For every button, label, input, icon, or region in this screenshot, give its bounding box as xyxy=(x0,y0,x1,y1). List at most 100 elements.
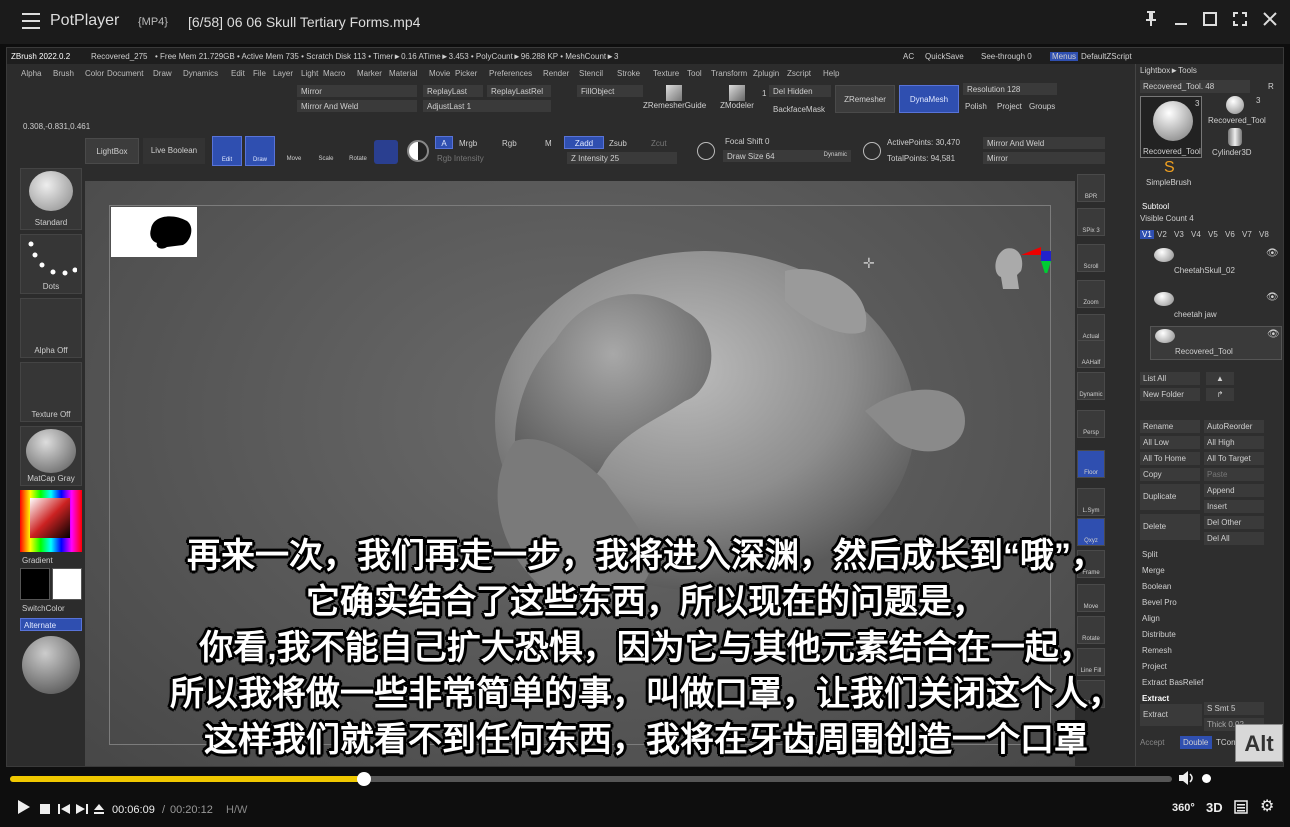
version-tab[interactable]: V6 xyxy=(1225,230,1235,239)
subtool-op-button[interactable]: AutoReorder xyxy=(1204,420,1264,433)
visibility-eye-icon[interactable]: 👁 xyxy=(1266,248,1279,259)
tool-thumb-cylinder[interactable]: Cylinder3D xyxy=(1206,128,1264,158)
mirror-button-2[interactable]: Mirror xyxy=(983,152,1105,164)
menu-item[interactable]: Tool xyxy=(687,69,702,78)
3d-button[interactable]: 3D xyxy=(1206,800,1223,816)
shelf-tool[interactable]: Zoom xyxy=(1077,280,1105,308)
menu-item[interactable]: Dynamics xyxy=(183,69,218,78)
backface-mask-button[interactable]: BackfaceMask xyxy=(773,105,825,114)
shelf-tool[interactable]: SPix 3 xyxy=(1077,208,1105,236)
axis-gizmo-icon[interactable] xyxy=(1017,233,1057,273)
mirror-weld-button[interactable]: Mirror And Weld xyxy=(297,100,417,112)
tool-thumb-2[interactable]: Recovered_Tool 3 xyxy=(1206,96,1266,126)
gizmo-icon[interactable] xyxy=(374,140,398,164)
subtool-op-button[interactable]: Paste xyxy=(1204,468,1264,481)
live-boolean-button[interactable]: Live Boolean xyxy=(143,138,205,164)
mirror-weld-button-2[interactable]: Mirror And Weld xyxy=(983,137,1105,149)
zremesher-guide-button[interactable]: ZRemesherGuide xyxy=(643,83,706,115)
playlist-icon[interactable] xyxy=(1234,800,1248,818)
seek-bar-knob[interactable] xyxy=(357,772,372,786)
mirror-button[interactable]: Mirror xyxy=(297,85,417,97)
focal-shift-slider[interactable]: Focal Shift 0 xyxy=(725,137,769,146)
shelf-tool[interactable]: BPR xyxy=(1077,174,1105,202)
fill-object-button[interactable]: FillObject xyxy=(577,85,643,97)
arrow-up-icon[interactable]: ▲ xyxy=(1206,372,1234,385)
r-button[interactable]: R xyxy=(1268,82,1274,91)
lightbox-button[interactable]: LightBox xyxy=(85,138,139,164)
rgb-button[interactable]: Rgb xyxy=(502,139,517,148)
z-intensity-slider[interactable]: Z Intensity 25 xyxy=(567,152,677,164)
tool-name-field[interactable]: Recovered_Tool. 48 xyxy=(1140,80,1250,93)
version-tab[interactable]: V4 xyxy=(1191,230,1201,239)
replay-last-button[interactable]: ReplayLast xyxy=(423,85,483,97)
fullscreen-icon[interactable] xyxy=(1229,10,1251,32)
groups-button[interactable]: Groups xyxy=(1029,102,1055,111)
pin-icon[interactable] xyxy=(1140,10,1162,32)
tool-thumb-simplebrush[interactable]: S SimpleBrush xyxy=(1140,160,1202,190)
shelf-tool[interactable]: AAHalf xyxy=(1077,340,1105,368)
shelf-tool[interactable]: Floor xyxy=(1077,450,1105,478)
subtool-item[interactable]: cheetah jaw 👁 xyxy=(1150,290,1282,324)
hamburger-menu-icon[interactable] xyxy=(22,13,40,29)
stroke-dots[interactable]: Dots xyxy=(20,234,82,294)
arrow-right-icon[interactable]: ↱ xyxy=(1206,388,1234,401)
default-zscript[interactable]: DefaultZScript xyxy=(1081,52,1132,61)
menu-item[interactable]: Light xyxy=(301,69,318,78)
m-button[interactable]: M xyxy=(545,139,552,148)
visibility-eye-icon[interactable]: 👁 xyxy=(1267,329,1280,340)
minimize-icon[interactable] xyxy=(1170,10,1192,32)
seek-bar[interactable] xyxy=(10,772,1172,786)
shelf-tool[interactable]: Persp xyxy=(1077,410,1105,438)
draw-size-slider[interactable]: Draw Size 64 Dynamic xyxy=(723,150,851,162)
zremesher-button[interactable]: ZRemesher xyxy=(835,85,895,113)
close-icon[interactable] xyxy=(1259,10,1281,32)
stop-icon[interactable] xyxy=(40,802,50,818)
menus-button[interactable]: Menus xyxy=(1050,52,1079,61)
version-tab[interactable]: V3 xyxy=(1174,230,1184,239)
shelf-tool[interactable]: L.Sym xyxy=(1077,488,1105,516)
menu-item[interactable]: Preferences xyxy=(489,69,532,78)
hw-badge[interactable]: H/W xyxy=(226,802,247,818)
version-tab[interactable]: V1 xyxy=(1140,230,1154,239)
replay-last-rel-button[interactable]: ReplayLastRel xyxy=(487,85,551,97)
play-icon[interactable] xyxy=(18,800,30,818)
menu-item[interactable]: Material xyxy=(389,69,417,78)
eject-icon[interactable] xyxy=(94,802,104,818)
menu-item[interactable]: Edit xyxy=(231,69,245,78)
volume-icon[interactable] xyxy=(1178,770,1194,786)
visibility-eye-icon[interactable]: 👁 xyxy=(1266,292,1279,303)
scale-button[interactable]: Scale xyxy=(311,136,341,166)
mrgb-button[interactable]: Mrgb xyxy=(459,139,477,148)
maximize-icon[interactable] xyxy=(1199,10,1221,32)
color-picker-square[interactable] xyxy=(30,498,70,538)
subtool-item[interactable]: CheetahSkull_02 👁 xyxy=(1150,246,1282,280)
version-tab[interactable]: V5 xyxy=(1208,230,1218,239)
lightbox-tools-breadcrumb[interactable]: Lightbox►Tools xyxy=(1140,66,1197,75)
see-through-slider[interactable]: See-through 0 xyxy=(981,52,1032,61)
settings-gear-icon[interactable]: ⚙ xyxy=(1260,799,1274,815)
quicksave-button[interactable]: QuickSave xyxy=(925,52,964,61)
vr-360-button[interactable]: 360° xyxy=(1172,800,1195,816)
tool-thumb-main[interactable]: Recovered_Tool 3 xyxy=(1140,96,1202,158)
list-all-button[interactable]: List All xyxy=(1140,372,1200,385)
menu-item[interactable]: Transform xyxy=(711,69,747,78)
volume-knob[interactable] xyxy=(1202,774,1211,783)
menu-item[interactable]: Layer xyxy=(273,69,293,78)
zsub-button[interactable]: Zsub xyxy=(609,139,627,148)
subtool-op-button[interactable]: Insert xyxy=(1204,500,1264,513)
new-folder-button[interactable]: New Folder xyxy=(1140,388,1200,401)
menu-item[interactable]: Stroke xyxy=(617,69,640,78)
edit-button[interactable]: Edit xyxy=(212,136,242,166)
rotate-button[interactable]: Rotate xyxy=(343,136,373,166)
menu-item[interactable]: Macro xyxy=(323,69,345,78)
previous-icon[interactable] xyxy=(58,802,70,818)
resolution-slider[interactable]: Resolution 128 xyxy=(963,83,1057,95)
dynamesh-button[interactable]: DynaMesh xyxy=(899,85,959,113)
video-frame[interactable]: ZBrush 2022.0.2 Recovered_275 • Free Mem… xyxy=(6,47,1284,767)
subtool-op-button[interactable]: Copy xyxy=(1140,468,1200,481)
menu-item[interactable]: Brush xyxy=(53,69,74,78)
color-toggle-icon[interactable] xyxy=(407,140,429,162)
menu-item[interactable]: File xyxy=(253,69,266,78)
zcut-button[interactable]: Zcut xyxy=(651,139,667,148)
subtool-item[interactable]: Recovered_Tool 👁 xyxy=(1150,326,1282,360)
